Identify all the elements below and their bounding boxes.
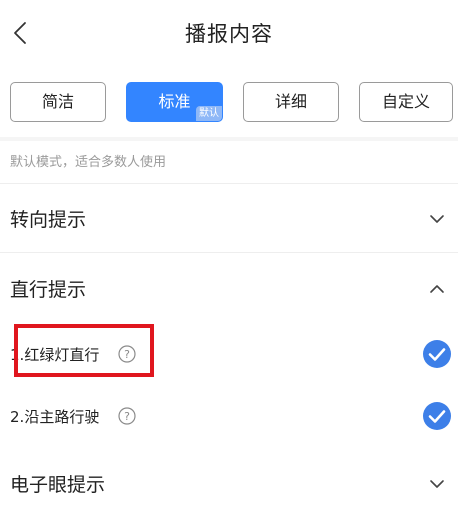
list-item-traffic-light-straight: 1.红绿灯直行 ? [0,334,458,374]
svg-text:?: ? [124,410,130,423]
question-circle-icon[interactable]: ? [118,345,136,363]
tab-standard-label: 标准 [158,92,191,111]
section-turn-prompt[interactable]: 转向提示 [0,195,458,243]
divider [0,183,458,184]
checkmark-toggle[interactable] [422,401,452,431]
header-bar: 播报内容 [0,0,458,66]
section-title: 直行提示 [10,279,87,301]
chevron-down-icon [428,475,446,493]
tab-custom[interactable]: 自定义 [359,82,453,122]
section-separator [0,137,458,141]
section-title: 电子眼提示 [10,474,106,496]
divider [0,252,458,253]
checkmark-toggle[interactable] [422,339,452,369]
list-item-label: 2.沿主路行驶 [10,408,100,426]
chevron-down-icon [428,210,446,228]
section-straight-prompt[interactable]: 直行提示 [0,265,458,313]
section-title: 转向提示 [10,209,87,231]
list-item-label: 1.红绿灯直行 [10,346,100,364]
chevron-up-icon [428,280,446,298]
broadcast-mode-tabs: 简洁 标准 默认 详细 自定义 [0,82,458,122]
tab-concise[interactable]: 简洁 [10,82,106,122]
question-circle-icon[interactable]: ? [118,407,136,425]
default-badge: 默认 [196,106,222,121]
tab-detailed[interactable]: 详细 [243,82,339,122]
mode-description: 默认模式，适合多数人使用 [10,155,167,170]
svg-text:?: ? [124,348,130,361]
section-camera-prompt[interactable]: 电子眼提示 [0,460,458,508]
tab-standard[interactable]: 标准 默认 [126,82,223,122]
list-item-follow-main-road: 2.沿主路行驶 ? [0,396,458,436]
page-title: 播报内容 [185,22,273,46]
